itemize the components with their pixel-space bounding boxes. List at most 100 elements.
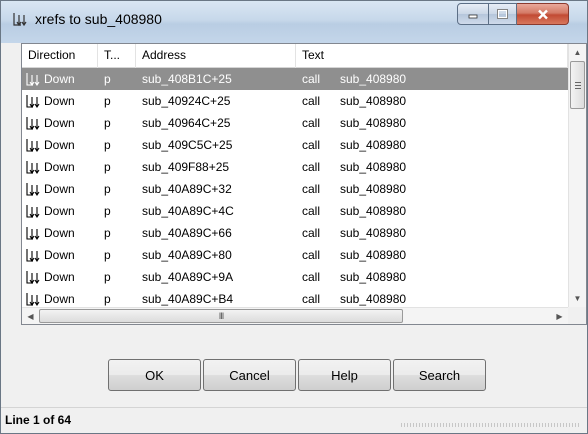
direction-label: Down <box>44 248 75 262</box>
status-text: Line 1 of 64 <box>5 413 72 427</box>
xref-down-icon <box>26 95 40 108</box>
text-cell: call sub_408980 <box>296 112 568 134</box>
type-cell: p <box>104 292 111 306</box>
text-cell: call sub_408980 <box>296 90 568 112</box>
table-row[interactable]: Down p sub_40A89C+66 call sub_408980 <box>22 222 568 244</box>
vertical-scrollbar[interactable]: ▲ ▼ <box>568 44 586 307</box>
table-row[interactable]: Down p sub_40A89C+B4 call sub_408980 <box>22 288 568 307</box>
horizontal-scroll-thumb[interactable]: III <box>39 309 403 323</box>
table-row[interactable]: Down p sub_409F88+25 call sub_408980 <box>22 156 568 178</box>
xref-list[interactable]: Direction T... Address Text Down p sub_408… <box>21 43 587 325</box>
xref-down-icon <box>26 293 40 306</box>
table-row[interactable]: Down p sub_408B1C+25 call sub_408980 <box>22 68 568 90</box>
column-header-type[interactable]: T... <box>98 44 136 68</box>
scroll-right-arrow[interactable]: ▶ <box>551 308 568 324</box>
operand: sub_408980 <box>340 138 407 152</box>
minimize-icon <box>468 14 478 19</box>
scrollbar-corner <box>568 307 586 324</box>
scroll-down-arrow[interactable]: ▼ <box>569 290 586 307</box>
address-cell: sub_409C5C+25 <box>142 138 233 152</box>
direction-cell: Down <box>22 222 98 244</box>
title-bar[interactable]: xrefs to sub_408980 <box>1 1 587 43</box>
instruction: call <box>302 94 321 108</box>
address-cell: sub_40964C+25 <box>142 116 231 130</box>
vertical-scroll-thumb[interactable] <box>570 61 585 109</box>
address-cell: sub_40924C+25 <box>142 94 231 108</box>
xref-down-icon <box>26 183 40 196</box>
cancel-button[interactable]: Cancel <box>203 359 296 391</box>
operand: sub_408980 <box>340 248 407 262</box>
operand: sub_408980 <box>340 160 407 174</box>
table-row[interactable]: Down p sub_40A89C+4C call sub_408980 <box>22 200 568 222</box>
button-row: OK Cancel Help Search <box>108 359 488 391</box>
address-cell: sub_40A89C+80 <box>142 248 232 262</box>
ok-button[interactable]: OK <box>108 359 201 391</box>
direction-label: Down <box>44 226 75 240</box>
text-cell: call sub_408980 <box>296 178 568 200</box>
search-button[interactable]: Search <box>393 359 486 391</box>
operand: sub_408980 <box>340 94 407 108</box>
direction-label: Down <box>44 116 75 130</box>
xref-down-icon <box>26 271 40 284</box>
text-cell: call sub_408980 <box>296 244 568 266</box>
instruction: call <box>302 116 321 130</box>
xref-icon <box>13 13 27 27</box>
window-title: xrefs to sub_408980 <box>35 11 162 27</box>
xref-down-icon <box>26 227 40 240</box>
table-row[interactable]: Down p sub_409C5C+25 call sub_408980 <box>22 134 568 156</box>
column-header-text[interactable]: Text <box>296 44 568 68</box>
type-cell: p <box>104 270 111 284</box>
direction-cell: Down <box>22 68 98 90</box>
thumb-grip <box>575 88 581 89</box>
address-cell: sub_40A89C+66 <box>142 226 232 240</box>
direction-cell: Down <box>22 200 98 222</box>
direction-cell: Down <box>22 244 98 266</box>
type-cell: p <box>104 138 111 152</box>
maximize-icon <box>497 9 508 19</box>
instruction: call <box>302 138 321 152</box>
size-grip[interactable] <box>401 423 581 427</box>
direction-cell: Down <box>22 266 98 288</box>
table-row[interactable]: Down p sub_40924C+25 call sub_408980 <box>22 90 568 112</box>
close-button[interactable] <box>517 3 569 25</box>
thumb-grip <box>575 82 581 83</box>
column-header-address[interactable]: Address <box>136 44 296 68</box>
operand: sub_408980 <box>340 292 407 306</box>
help-button[interactable]: Help <box>298 359 391 391</box>
thumb-grip <box>575 85 581 86</box>
address-cell: sub_40A89C+B4 <box>142 292 234 306</box>
maximize-button[interactable] <box>489 3 517 25</box>
type-cell: p <box>104 204 111 218</box>
direction-label: Down <box>44 138 75 152</box>
xref-down-icon <box>26 73 40 86</box>
column-header-direction[interactable]: Direction <box>22 44 98 68</box>
xref-down-icon <box>26 161 40 174</box>
minimize-button[interactable] <box>457 3 489 25</box>
instruction: call <box>302 226 321 240</box>
table-row[interactable]: Down p sub_40A89C+32 call sub_408980 <box>22 178 568 200</box>
close-icon <box>537 9 548 19</box>
instruction: call <box>302 160 321 174</box>
direction-cell: Down <box>22 112 98 134</box>
operand: sub_408980 <box>340 204 407 218</box>
table-row[interactable]: Down p sub_40A89C+80 call sub_408980 <box>22 244 568 266</box>
instruction: call <box>302 72 321 86</box>
table-row[interactable]: Down p sub_40A89C+9A call sub_408980 <box>22 266 568 288</box>
scroll-left-arrow[interactable]: ◀ <box>22 308 39 324</box>
type-cell: p <box>104 182 111 196</box>
caption-buttons <box>457 3 569 25</box>
direction-cell: Down <box>22 134 98 156</box>
table-row[interactable]: Down p sub_40964C+25 call sub_408980 <box>22 112 568 134</box>
list-rows: Down p sub_408B1C+25 call sub_408980 Down p sub… <box>22 68 568 307</box>
direction-cell: Down <box>22 288 98 307</box>
address-cell: sub_409F88+25 <box>142 160 230 174</box>
horizontal-scrollbar[interactable]: ◀ III ▶ <box>22 307 568 324</box>
text-cell: call sub_408980 <box>296 222 568 244</box>
operand: sub_408980 <box>340 116 407 130</box>
type-cell: p <box>104 116 111 130</box>
scroll-up-arrow[interactable]: ▲ <box>569 44 586 61</box>
direction-cell: Down <box>22 178 98 200</box>
text-cell: call sub_408980 <box>296 134 568 156</box>
instruction: call <box>302 204 321 218</box>
operand: sub_408980 <box>340 226 407 240</box>
